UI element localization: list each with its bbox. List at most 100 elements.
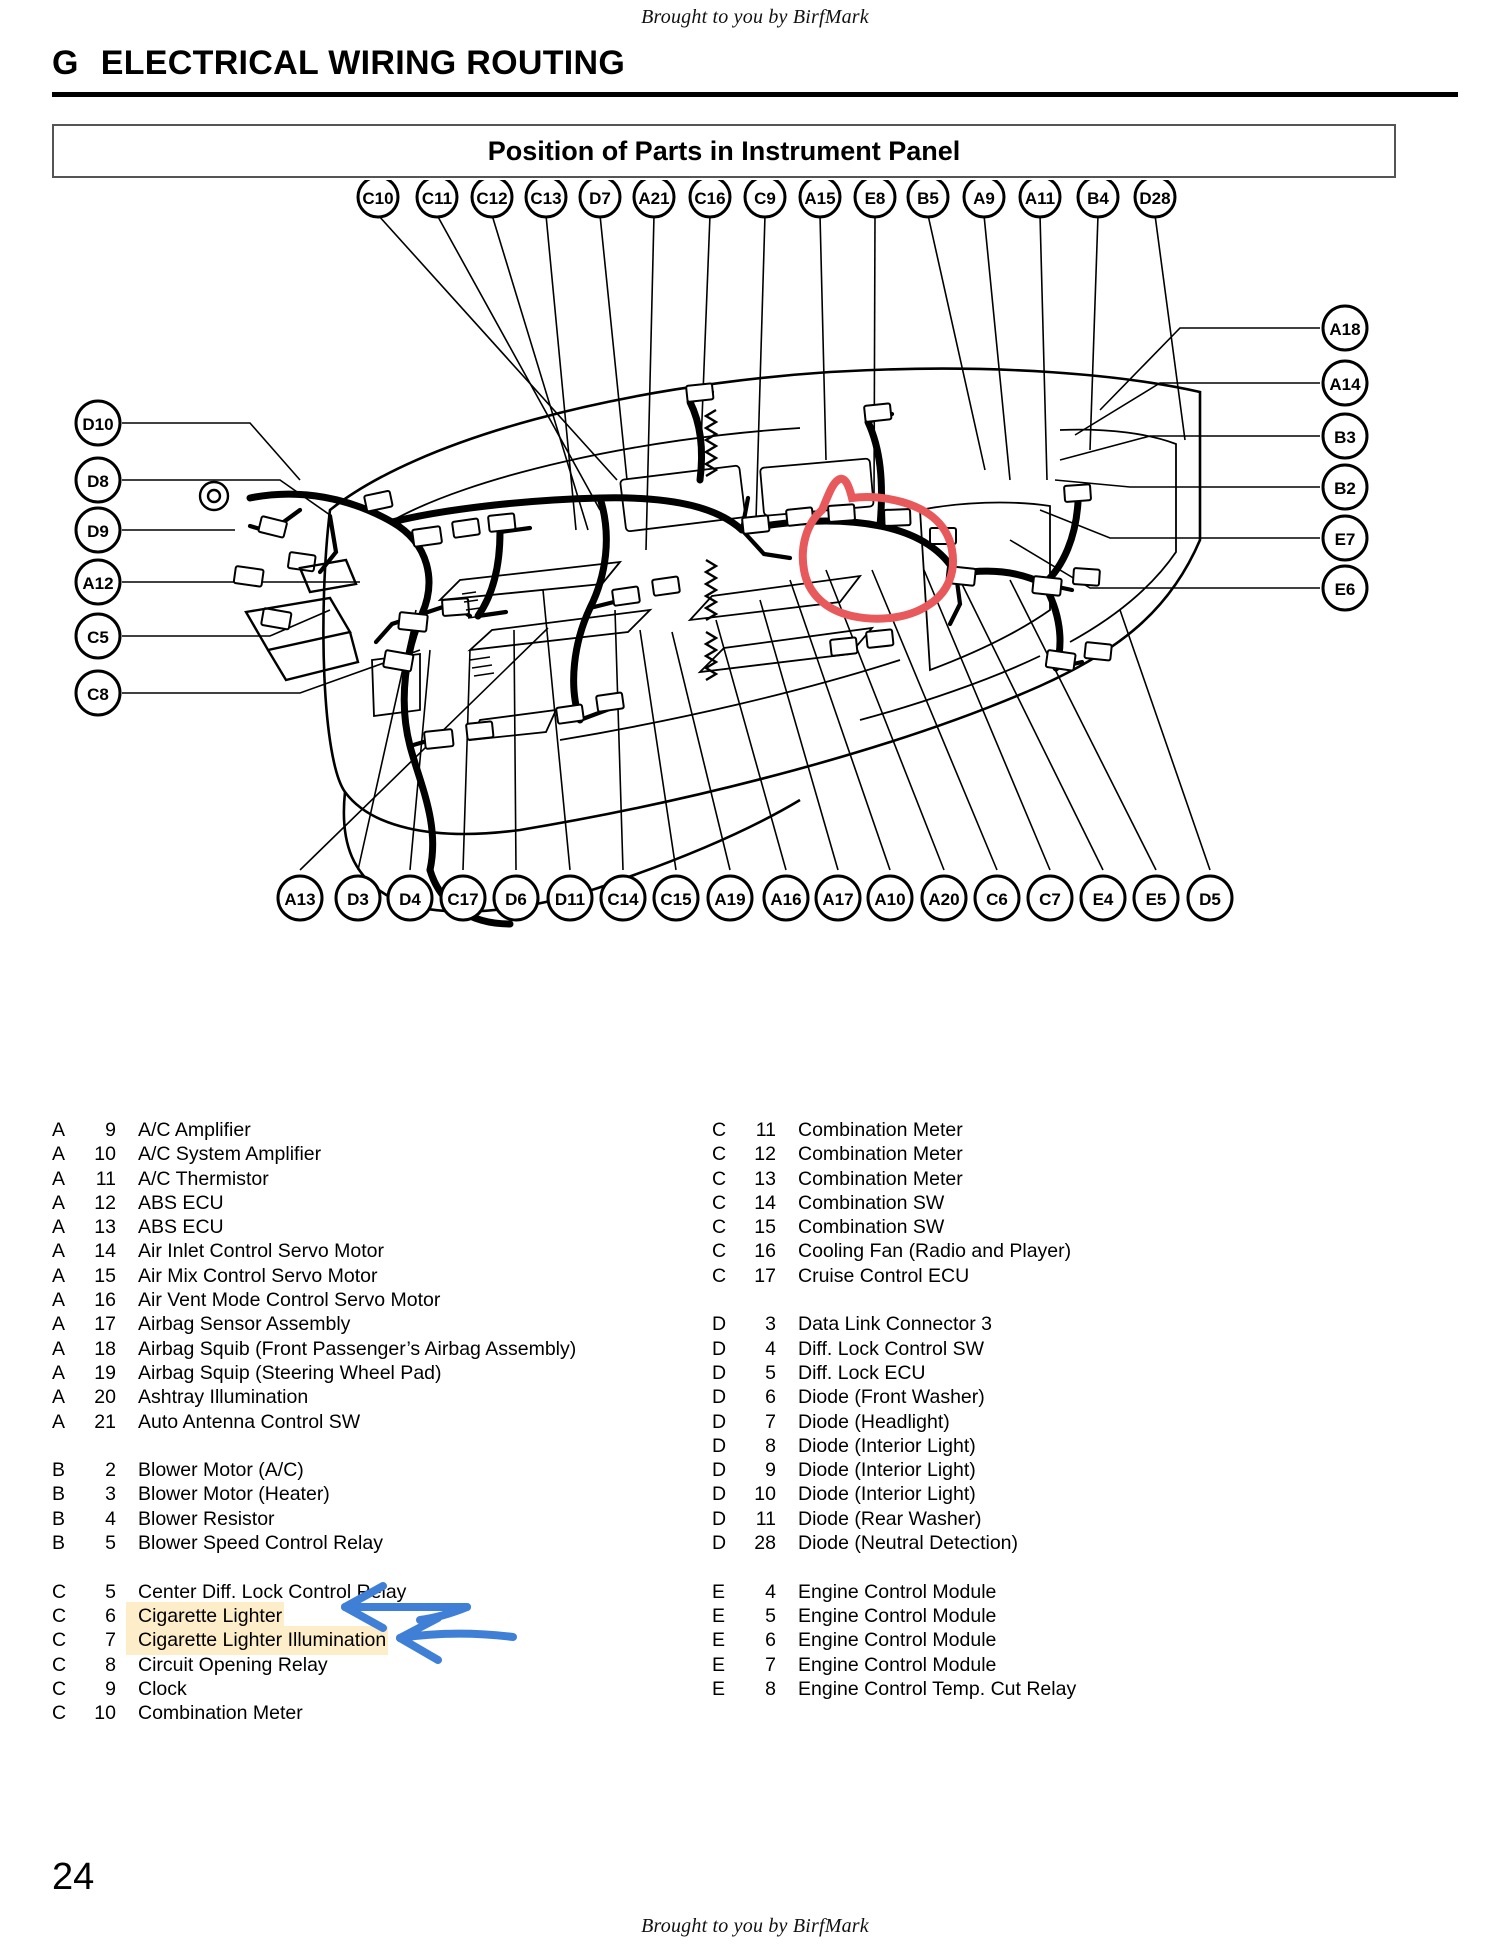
- legend-part-name: Blower Motor (Heater): [138, 1483, 330, 1506]
- callout-top-14: D28: [1133, 180, 1177, 219]
- legend-row: C 13 Combination Meter: [712, 1167, 1412, 1191]
- legend-row: A 19 Airbag Squip (Steering Wheel Pad): [52, 1361, 712, 1385]
- legend-number: 7: [765, 1410, 776, 1433]
- watermark-bottom: Brought to you by BirfMark: [641, 1915, 869, 1937]
- callout-label: B2: [1334, 479, 1356, 498]
- legend-part-name: Engine Control Module: [798, 1653, 997, 1676]
- callout-group-left: D10 D8 D9 A12 C5 C8: [74, 399, 122, 717]
- callout-group-top: C10 C11 C12 C13 D7 A21 C16 C9 A15 E8 B5 …: [356, 180, 1177, 219]
- legend-letter: E: [712, 1604, 726, 1627]
- legend-part-name: Air Mix Control Servo Motor: [138, 1264, 378, 1287]
- legend-number: 4: [105, 1507, 116, 1530]
- legend-number: 9: [105, 1677, 116, 1700]
- legend-row: C 8 Circuit Opening Relay: [52, 1653, 712, 1677]
- legend-row: D 11 Diode (Rear Washer): [712, 1507, 1412, 1531]
- callout-label: E6: [1335, 580, 1356, 599]
- callout-top-13: B4: [1076, 180, 1120, 219]
- legend-letter: D: [712, 1386, 727, 1409]
- callout-bottom-7: C15: [652, 874, 700, 922]
- legend-row: A 16 Air Vent Mode Control Servo Motor: [52, 1288, 712, 1312]
- callout-label: C15: [660, 890, 691, 909]
- legend-letter: D: [712, 1507, 727, 1530]
- legend-row: E 8 Engine Control Temp. Cut Relay: [712, 1677, 1412, 1701]
- legend-part-name: A/C Amplifier: [138, 1119, 251, 1141]
- legend-number: 8: [765, 1677, 776, 1700]
- legend-number: 10: [94, 1702, 116, 1725]
- callout-label: C10: [362, 189, 393, 208]
- callout-right-2: B3: [1321, 412, 1369, 460]
- legend-part-name: Center Diff. Lock Control Relay: [138, 1580, 407, 1603]
- legend-part-name: Diode (Interior Light): [798, 1434, 976, 1457]
- legend-number: 2: [105, 1459, 116, 1482]
- legend-row-highlighted: C 6 Cigarette Lighter: [52, 1603, 712, 1629]
- legend-part-name: Cigarette Lighter: [128, 1603, 283, 1629]
- page-title: G ELECTRICAL WIRING ROUTING: [52, 44, 625, 83]
- legend-part-name: Air Inlet Control Servo Motor: [138, 1240, 385, 1263]
- legend-number: 7: [105, 1629, 116, 1652]
- callout-left-5: C8: [74, 669, 122, 717]
- callout-right-1: A14: [1321, 359, 1369, 407]
- callout-label: C7: [1039, 890, 1061, 909]
- legend-number: 4: [765, 1337, 776, 1360]
- callout-label: C12: [476, 189, 507, 208]
- legend-row: E 7 Engine Control Module: [712, 1653, 1412, 1677]
- callout-top-6: C16: [688, 180, 732, 219]
- legend-number: 19: [94, 1361, 116, 1384]
- legend-letter: A: [52, 1167, 66, 1190]
- callout-bottom-15: E4: [1079, 874, 1127, 922]
- legend-part-name: Combination Meter: [798, 1119, 963, 1141]
- legend-part-name: Diff. Lock ECU: [798, 1361, 926, 1384]
- callout-label: C17: [447, 890, 478, 909]
- legend-row: D 4 Diff. Lock Control SW: [712, 1337, 1412, 1361]
- callout-bottom-13: C6: [973, 874, 1021, 922]
- legend-number: 15: [754, 1216, 776, 1239]
- callout-bottom-5: D11: [546, 874, 594, 922]
- callout-label: C8: [87, 685, 109, 704]
- legend-letter: A: [52, 1361, 66, 1384]
- legend-letter: B: [52, 1459, 66, 1482]
- legend-part-name: Combination SW: [798, 1191, 945, 1214]
- legend-letter: D: [712, 1337, 727, 1360]
- page-number: 24: [52, 1856, 95, 1898]
- legend-letter: D: [712, 1361, 727, 1384]
- callout-left-0: D10: [74, 399, 122, 447]
- legend-number: 14: [754, 1191, 776, 1214]
- legend-letter: A: [52, 1337, 66, 1360]
- callout-label: E5: [1146, 890, 1167, 909]
- subtitle-text: Position of Parts in Instrument Panel: [487, 135, 961, 166]
- legend-spacer: [712, 1555, 1412, 1579]
- legend-row: D 8 Diode (Interior Light): [712, 1434, 1412, 1458]
- callout-right-0: A18: [1321, 304, 1369, 352]
- callout-label: B5: [917, 189, 939, 208]
- legend-row: B 2 Blower Motor (A/C): [52, 1458, 712, 1482]
- legend-letter: D: [712, 1313, 727, 1336]
- callout-label: D3: [347, 890, 369, 909]
- callout-left-2: D9: [74, 506, 122, 554]
- callout-label: D28: [1139, 189, 1170, 208]
- legend-row-highlighted: C 7 Cigarette Lighter Illumination: [52, 1628, 712, 1653]
- legend-part-name: Clock: [138, 1677, 187, 1700]
- legend-number: 9: [765, 1459, 776, 1482]
- legend-part-name: Airbag Squib (Front Passenger’s Airbag A…: [138, 1337, 577, 1360]
- callout-label: A13: [284, 890, 315, 909]
- callout-top-11: A9: [962, 180, 1006, 219]
- legend-letter: A: [52, 1264, 66, 1287]
- legend-letter: E: [712, 1677, 726, 1700]
- legend-letter: C: [52, 1629, 67, 1652]
- callout-top-10: B5: [906, 180, 950, 219]
- legend-letter: B: [52, 1507, 66, 1530]
- callout-bottom-12: A20: [920, 874, 968, 922]
- legend-letter: A: [52, 1119, 66, 1141]
- callout-top-12: A11: [1018, 180, 1062, 219]
- legend-number: 15: [94, 1264, 116, 1287]
- callout-bottom-11: A10: [866, 874, 914, 922]
- legend-number: 11: [755, 1507, 776, 1530]
- legend-part-name: Cigarette Lighter Illumination: [128, 1628, 387, 1653]
- legend-part-name: Blower Motor (A/C): [138, 1459, 304, 1482]
- legend-part-name: Airbag Sensor Assembly: [138, 1313, 351, 1336]
- callout-label: E7: [1335, 530, 1356, 549]
- legend-letter: B: [52, 1483, 66, 1506]
- legend-number: 5: [105, 1580, 116, 1603]
- legend-column-right: C 11 Combination Meter C 12 Combination Meter…: [712, 1118, 1412, 1701]
- callout-label: E8: [865, 189, 886, 208]
